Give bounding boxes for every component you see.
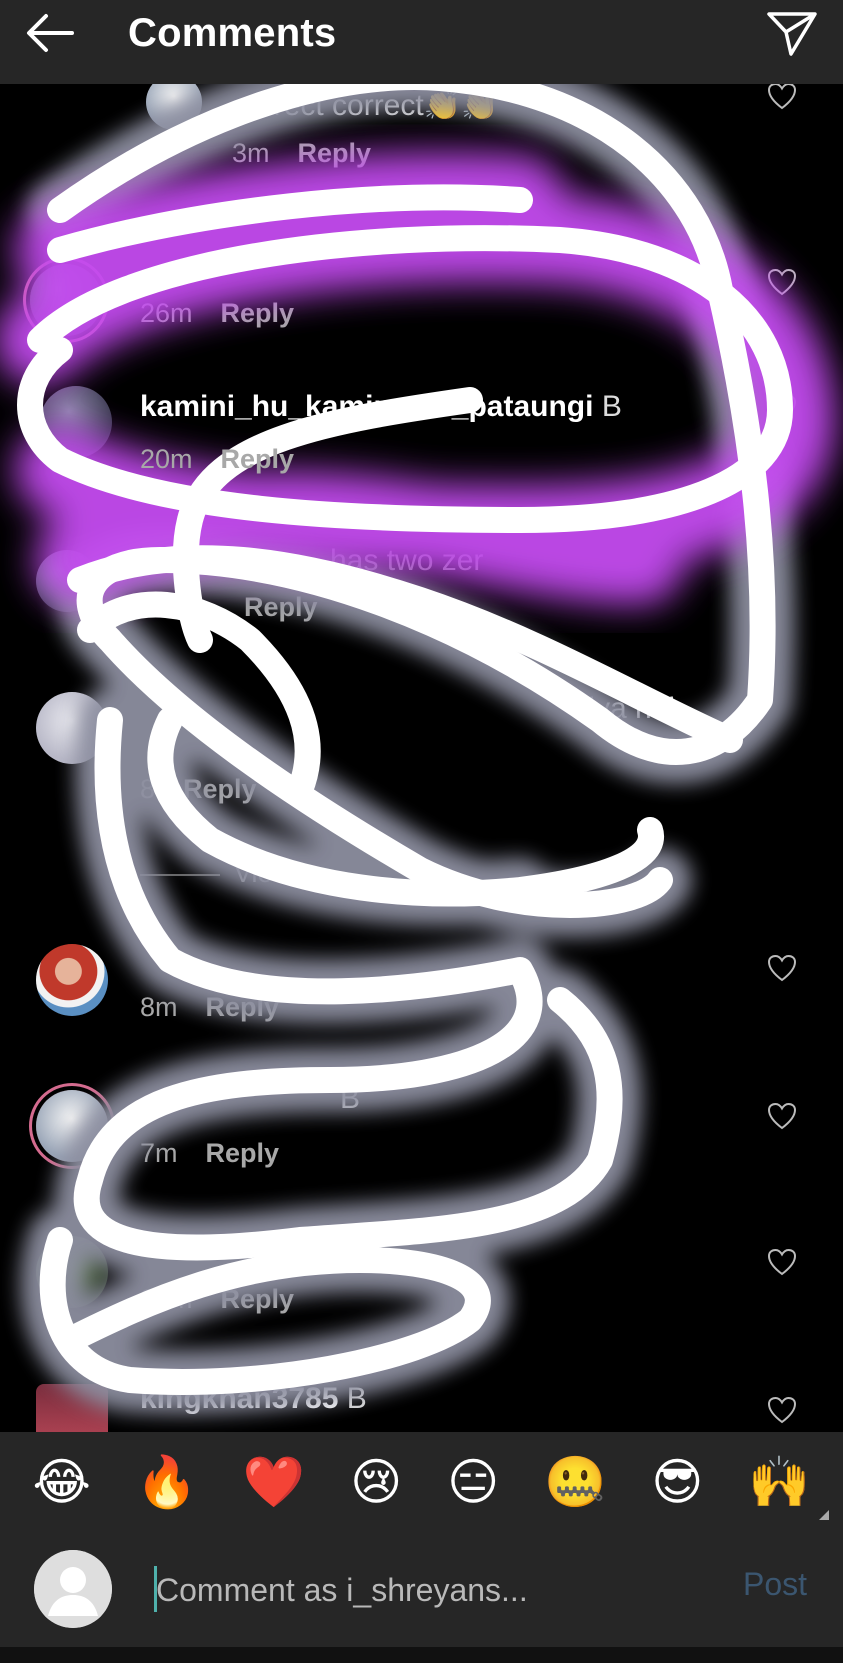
heart-icon[interactable] (767, 954, 797, 982)
default-avatar-icon (34, 1550, 112, 1628)
comment-username[interactable]: kamini_hu_kamina_hi_pataungi B (140, 390, 622, 424)
comment-item: tiya nhi 8 Reply View re (0, 684, 843, 888)
bottom-strip (0, 1647, 843, 1663)
send-icon[interactable] (765, 8, 819, 58)
comment-list[interactable]: correct correct👏👏 3m Reply 26m Reply has t… (0, 84, 843, 1432)
user-avatar (34, 1550, 112, 1628)
comment-item: kingkhan3785 B (0, 1374, 843, 1432)
heart-icon[interactable] (767, 1102, 797, 1130)
avatar[interactable] (146, 84, 202, 130)
emoji-raised-hands[interactable]: 🙌 (748, 1452, 810, 1512)
reply-button[interactable]: Reply (244, 592, 318, 622)
comment-meta: 3m Reply (232, 138, 372, 168)
comment-meta: 7m Reply (140, 1138, 280, 1168)
comment-text: tiya nhi (580, 692, 676, 725)
avatar[interactable] (30, 264, 102, 336)
emoji-zipper-mouth[interactable]: 🤐 (544, 1452, 606, 1512)
reply-button[interactable]: Reply (221, 444, 295, 474)
emoji-bar: 😂 🔥 ❤️ 😢 😑 🤐 😎 🙌 (0, 1432, 843, 1532)
comment-meta: Reply (244, 592, 318, 623)
emoji-expressionless[interactable]: 😑 (447, 1452, 499, 1512)
comment-text: B (340, 1082, 361, 1115)
comment-meta: 8m Reply (140, 992, 280, 1022)
comment-input[interactable] (156, 1562, 696, 1618)
avatar[interactable] (36, 1236, 108, 1308)
reply-button[interactable]: Reply (206, 992, 280, 1022)
comment-item: correct correct👏👏 3m Reply (0, 84, 843, 178)
emoji-heart[interactable]: ❤️ (243, 1452, 305, 1512)
comment-username[interactable]: kingkhan3785 B (140, 1382, 367, 1416)
avatar[interactable] (36, 692, 108, 764)
reply-button[interactable]: Reply (221, 298, 295, 328)
emoji-laughing[interactable]: 😂 (32, 1452, 90, 1512)
avatar[interactable] (36, 1384, 108, 1432)
comment-meta: 26m Reply (140, 298, 295, 328)
emoji-crying[interactable]: 😢 (350, 1452, 402, 1512)
resize-corner-icon (819, 1510, 829, 1520)
heart-icon[interactable] (767, 84, 797, 110)
page-title: Comments (128, 11, 337, 55)
comment-meta: 8 Reply (140, 774, 257, 804)
reply-button[interactable]: Reply (221, 1284, 295, 1314)
emoji-sunglasses[interactable]: 😎 (651, 1452, 703, 1512)
reply-button[interactable]: Reply (206, 1138, 280, 1168)
comment-text: has two zer (330, 544, 484, 577)
comment-item: 8m Reply (0, 936, 843, 1046)
heart-icon[interactable] (767, 1248, 797, 1276)
comment-item: has two zer Reply (0, 544, 843, 654)
comments-screen: Comments correct correct👏👏 3m Reply 26m Re… (0, 0, 843, 1663)
back-arrow-icon[interactable] (22, 10, 78, 56)
heart-icon[interactable] (767, 1396, 797, 1424)
post-button[interactable]: Post (743, 1566, 807, 1603)
avatar[interactable] (40, 386, 112, 458)
emoji-fire[interactable]: 🔥 (136, 1452, 198, 1512)
comment-text: correct correct👏👏 (232, 89, 499, 122)
heart-icon[interactable] (767, 394, 797, 422)
comment-item: 26m Reply (0, 254, 843, 364)
view-replies-link[interactable]: View re (140, 858, 324, 889)
avatar[interactable] (36, 944, 108, 1016)
heart-icon[interactable] (767, 268, 797, 296)
top-bar: Comments (0, 0, 843, 84)
comment-meta: 20m Reply (140, 1284, 295, 1314)
reply-button[interactable]: Reply (183, 774, 257, 804)
avatar[interactable] (36, 1090, 108, 1162)
comment-item: 20m Reply (0, 1228, 843, 1338)
reply-button[interactable]: Reply (298, 138, 372, 168)
comment-composer: Post (0, 1532, 843, 1663)
comment-meta: 20m Reply (140, 444, 295, 474)
comment-item: B 7m Reply (0, 1082, 843, 1192)
avatar[interactable] (36, 550, 98, 612)
